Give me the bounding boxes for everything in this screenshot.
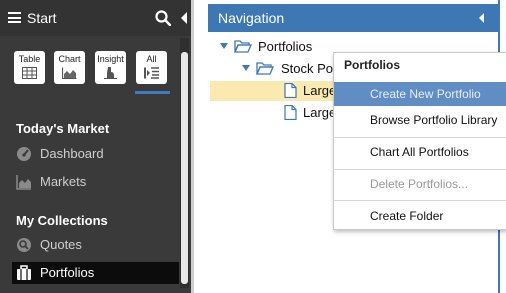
start-sidebar: Start Table Chart Insight All Today's Ma…: [0, 0, 191, 293]
tree-node-large-2[interactable]: Large: [280, 103, 337, 123]
search-icon[interactable]: [155, 10, 171, 26]
menu-separator: [334, 137, 506, 138]
menu-item-chart-all-portfolios[interactable]: Chart All Portfolios: [334, 140, 506, 164]
view-button-label: Table: [18, 54, 41, 64]
hamburger-menu-icon[interactable]: [8, 12, 21, 23]
sidebar-item-portfolios[interactable]: Portfolios: [12, 262, 179, 284]
context-menu-title: Portfolios: [344, 58, 400, 72]
view-table-button[interactable]: Table: [14, 51, 45, 84]
sidebar-item-label: Markets: [40, 174, 87, 189]
view-button-label: Insight: [97, 54, 124, 64]
sidebar-item-label: Quotes: [40, 237, 82, 252]
menu-item-create-new-portfolio[interactable]: Create New Portfolio: [334, 82, 506, 106]
expand-arrow-icon[interactable]: [242, 65, 250, 71]
tree-node-label: Large: [303, 105, 337, 120]
menu-item-browse-portfolio-library[interactable]: Browse Portfolio Library: [334, 108, 506, 132]
section-heading-my-collections: My Collections: [16, 213, 108, 228]
sidebar-scrollbar-thumb[interactable]: [181, 52, 188, 284]
panel-divider: [191, 0, 194, 293]
menu-item-label: Create Folder: [370, 209, 444, 223]
quotes-icon: [17, 238, 31, 252]
tree-node-large-1[interactable]: Large: [280, 81, 337, 101]
view-insight-button[interactable]: Insight: [95, 51, 126, 84]
chart-icon: [62, 67, 77, 79]
view-button-label: Chart: [58, 54, 81, 64]
section-heading-todays-market: Today's Market: [16, 121, 110, 136]
portfolios-icon: [17, 265, 31, 280]
collapse-sidebar-icon[interactable]: [181, 12, 187, 24]
selected-view-indicator: [135, 91, 170, 94]
sidebar-item-quotes[interactable]: Quotes: [16, 234, 176, 256]
tree-node-label: Portfolios: [258, 39, 313, 54]
list-icon: [144, 67, 159, 79]
menu-item-delete-portfolios: Delete Portfolios...: [334, 172, 506, 196]
menu-item-create-folder[interactable]: Create Folder: [334, 204, 506, 228]
sidebar-header: Start: [0, 0, 191, 36]
sidebar-item-markets[interactable]: Markets: [16, 171, 176, 193]
expand-arrow-icon[interactable]: [220, 43, 228, 49]
navigation-header: Navigation: [208, 4, 498, 32]
sidebar-item-label: Portfolios: [40, 265, 95, 280]
menu-separator: [334, 169, 506, 170]
document-icon: [284, 83, 297, 98]
dashboard-icon: [17, 147, 31, 161]
tree-node-label: Stock Por: [281, 61, 338, 76]
folder-open-icon: [234, 40, 252, 53]
sidebar-title: Start: [27, 10, 57, 26]
navigation-title: Navigation: [218, 10, 285, 26]
document-icon: [284, 105, 297, 120]
sidebar-item-label: Dashboard: [40, 146, 104, 161]
menu-item-label: Create New Portfolio: [370, 87, 481, 101]
tree-node-portfolios[interactable]: Portfolios: [218, 37, 333, 57]
view-chart-button[interactable]: Chart: [54, 51, 85, 84]
insight-icon: [104, 67, 117, 79]
portfolios-context-menu: Portfolios Create New Portfolio Browse P…: [333, 52, 506, 230]
folder-open-icon: [256, 62, 274, 75]
tree-node-stock-portfolio[interactable]: Stock Por: [240, 59, 337, 79]
sidebar-item-dashboard[interactable]: Dashboard: [16, 143, 176, 165]
table-icon: [22, 67, 37, 79]
view-button-label: All: [146, 54, 157, 64]
tree-node-label: Large: [303, 83, 337, 98]
menu-separator: [334, 200, 506, 201]
collapse-navigation-icon[interactable]: [479, 13, 484, 23]
view-all-button[interactable]: All: [136, 51, 167, 84]
markets-icon: [16, 175, 31, 190]
menu-item-label: Chart All Portfolios: [370, 145, 469, 159]
menu-item-label: Browse Portfolio Library: [370, 113, 498, 127]
menu-item-label: Delete Portfolios...: [370, 177, 469, 191]
